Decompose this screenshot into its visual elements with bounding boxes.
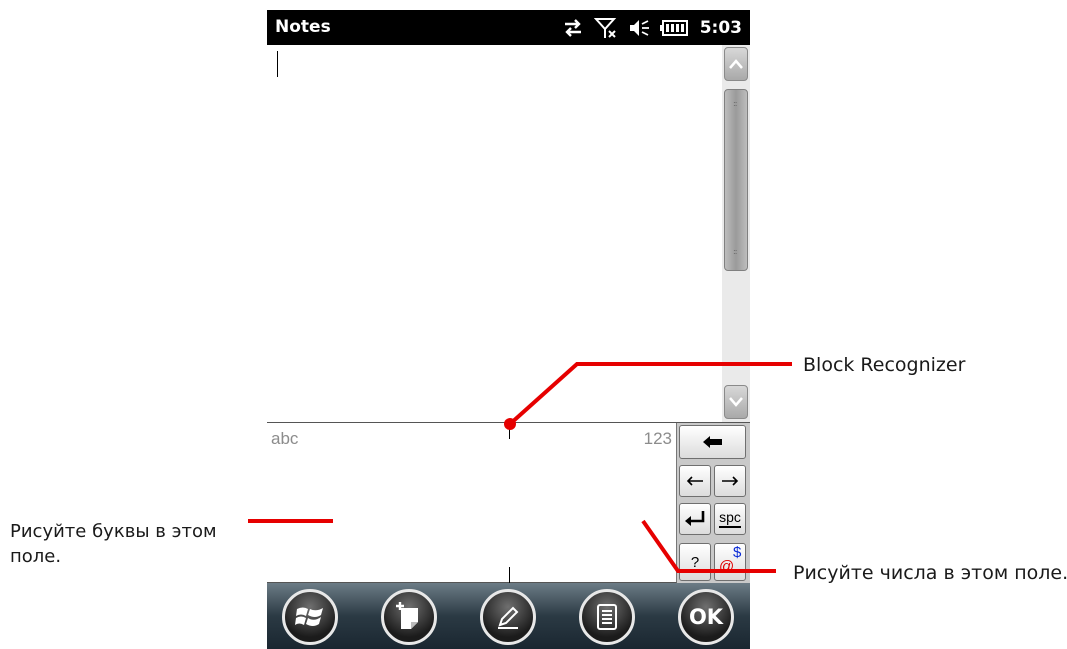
grip-bottom-icon: :: bbox=[733, 247, 737, 256]
battery-icon[interactable] bbox=[659, 19, 688, 36]
menu-button[interactable] bbox=[579, 589, 635, 645]
new-note-icon bbox=[396, 602, 418, 629]
symbols-mode-key[interactable]: @ $ bbox=[714, 543, 746, 581]
status-bar: Notes 5:03 bbox=[267, 10, 750, 45]
scroll-thumb[interactable]: :: :: bbox=[724, 89, 748, 271]
area-separator-bottom bbox=[509, 567, 510, 583]
scroll-up-button[interactable] bbox=[724, 47, 748, 81]
space-key-label: spc bbox=[719, 509, 741, 525]
ok-button[interactable]: OK bbox=[678, 589, 734, 645]
numbers-area-annotation: Рисуйте числа в этом поле. bbox=[793, 562, 1067, 584]
area-separator-top bbox=[509, 423, 510, 439]
device-screen: Notes 5:03:::: abc 123 spc ? @ $ OK bbox=[267, 10, 750, 649]
space-underline bbox=[719, 526, 741, 528]
cursor-left-key[interactable] bbox=[679, 465, 711, 497]
menu-icon bbox=[597, 604, 617, 630]
letters-area-hint: abc bbox=[271, 429, 299, 448]
pen-mode-button[interactable] bbox=[480, 589, 536, 645]
bottom-toolbar: OK bbox=[267, 583, 750, 649]
app-title: Notes bbox=[275, 17, 331, 37]
start-button[interactable] bbox=[282, 589, 338, 645]
text-caret bbox=[277, 51, 278, 77]
grip-top-icon: :: bbox=[733, 99, 737, 108]
arrow-right-icon bbox=[722, 476, 739, 486]
chevron-down-icon bbox=[729, 397, 743, 407]
enter-icon bbox=[685, 511, 705, 526]
block-recognizer-annotation: Block Recognizer bbox=[803, 354, 966, 376]
new-note-button[interactable] bbox=[381, 589, 437, 645]
dollar-sign-label: $ bbox=[733, 544, 742, 561]
at-sign-label: @ bbox=[719, 558, 735, 575]
scroll-down-button[interactable] bbox=[724, 385, 748, 419]
letters-area-annotation: Рисуйте буквы в этом поле. bbox=[10, 521, 217, 567]
data-sync-icon[interactable] bbox=[562, 18, 584, 38]
no-signal-icon[interactable] bbox=[593, 16, 618, 40]
block-recognizer-writing-area[interactable]: abc 123 bbox=[267, 423, 677, 583]
recognizer-keys: spc ? @ $ bbox=[677, 423, 750, 583]
symbol-key[interactable]: ? bbox=[679, 543, 711, 581]
status-icons: 5:03 bbox=[562, 10, 742, 45]
space-key[interactable]: spc bbox=[714, 503, 746, 535]
numbers-area-hint: 123 bbox=[643, 429, 672, 448]
note-editor[interactable] bbox=[267, 45, 722, 422]
pen-icon bbox=[498, 606, 519, 629]
symbol-key-label: ? bbox=[690, 553, 700, 571]
speaker-muted-icon[interactable] bbox=[628, 17, 650, 39]
vertical-scrollbar[interactable]: :: :: bbox=[722, 45, 750, 422]
ok-button-label: OK bbox=[688, 605, 724, 629]
status-clock[interactable]: 5:03 bbox=[700, 18, 742, 38]
enter-key[interactable] bbox=[679, 503, 711, 535]
chevron-up-icon bbox=[729, 59, 743, 69]
backspace-key[interactable] bbox=[679, 425, 746, 459]
backspace-icon bbox=[702, 436, 722, 448]
arrow-left-icon bbox=[686, 476, 703, 486]
windows-start-icon bbox=[295, 607, 323, 626]
cursor-right-key[interactable] bbox=[714, 465, 746, 497]
